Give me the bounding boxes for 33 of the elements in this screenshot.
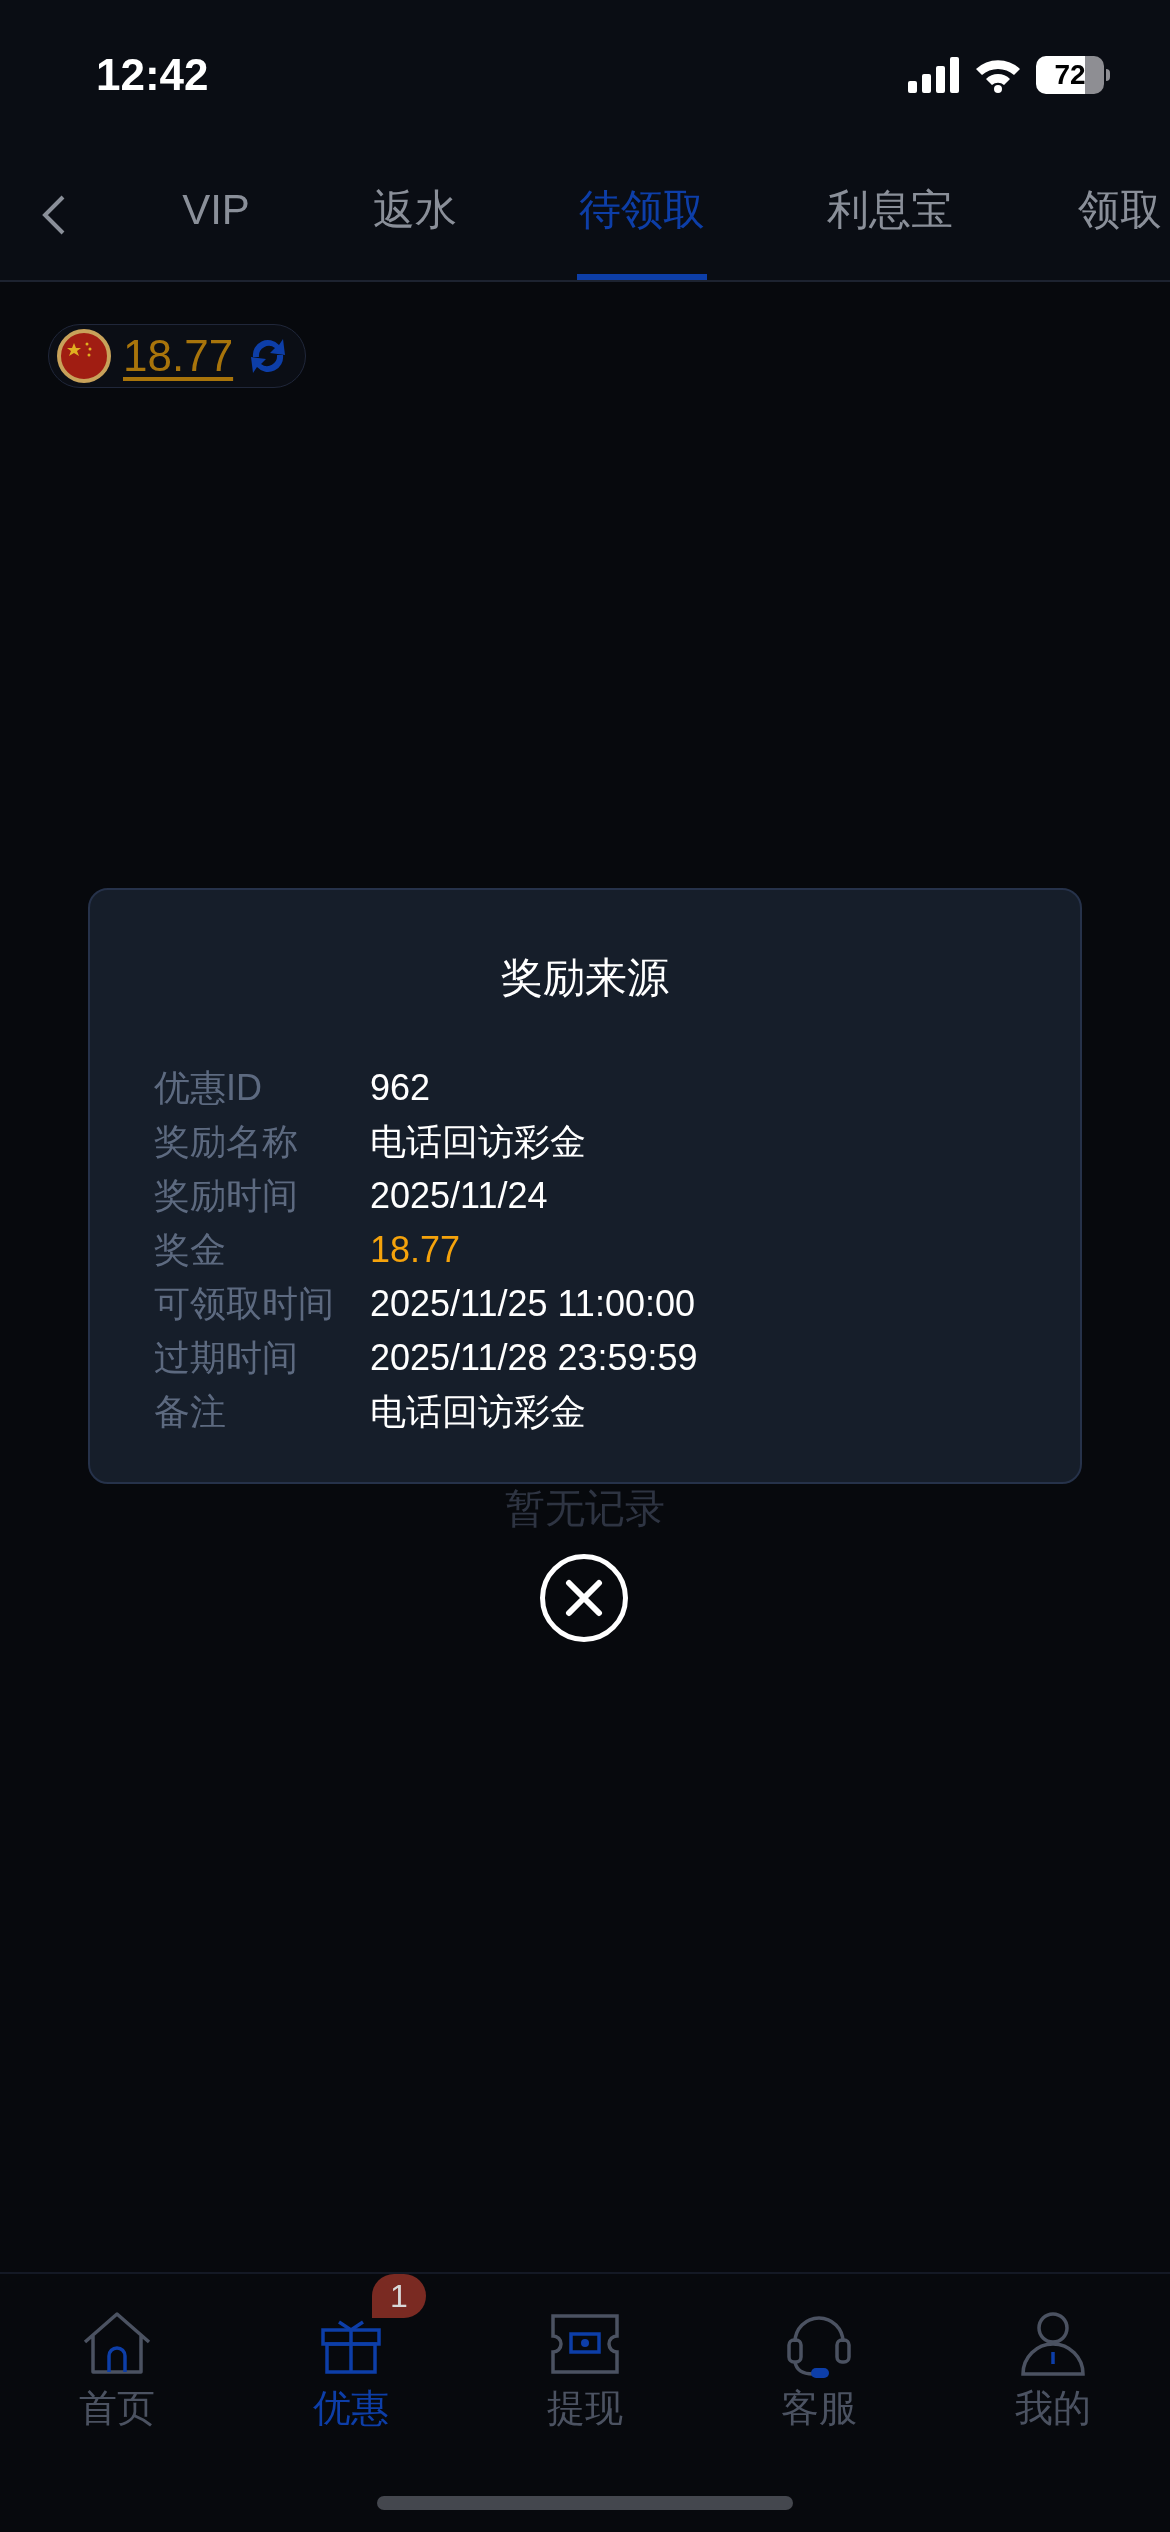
close-button[interactable] — [540, 1554, 628, 1642]
tab[interactable]: VIP — [116, 180, 316, 280]
tab[interactable]: 领取 — [1010, 180, 1160, 280]
field-value: 电话回访彩金 — [370, 1120, 586, 1164]
field-label: 奖励名称 — [154, 1120, 299, 1164]
field-value: 2025/11/24 — [370, 1174, 548, 1218]
field-value: 电话回访彩金 — [370, 1390, 586, 1434]
field-label: 奖励时间 — [154, 1174, 299, 1218]
field-value: 18.77 — [370, 1228, 461, 1272]
field-label: 可领取时间 — [154, 1282, 335, 1326]
flag-icon — [57, 329, 111, 383]
tab[interactable]: 待领取 — [514, 180, 770, 280]
nav-tab[interactable]: 客服 — [781, 2308, 857, 2432]
back-icon[interactable] — [42, 194, 66, 236]
field-label: 过期时间 — [154, 1336, 299, 1380]
tab[interactable]: 返水 — [316, 180, 514, 280]
status-time: 12:42 — [96, 49, 209, 101]
wifi-icon — [974, 57, 1022, 93]
nav-tab[interactable]: 首页 — [79, 2308, 155, 2432]
signal-icon — [908, 57, 960, 93]
field-value: 2025/11/28 23:59:59 — [370, 1336, 698, 1380]
balance-amount[interactable]: 18.77 — [123, 323, 234, 389]
dialog-title: 奖励来源 — [501, 953, 669, 1003]
nav-tab[interactable]: 提现 — [547, 2308, 623, 2432]
field-label: 备注 — [154, 1390, 227, 1434]
nav-tab[interactable]: 我的 — [1015, 2308, 1091, 2432]
tab[interactable]: 利息宝 — [770, 180, 1010, 280]
field-value: 2025/11/25 11:00:00 — [370, 1282, 695, 1326]
field-label: 奖金 — [154, 1228, 227, 1272]
field-value: 962 — [370, 1066, 431, 1110]
notification-badge: 1 — [372, 2274, 426, 2318]
field-label: 优惠ID — [154, 1066, 263, 1110]
close-icon — [565, 1579, 603, 1617]
